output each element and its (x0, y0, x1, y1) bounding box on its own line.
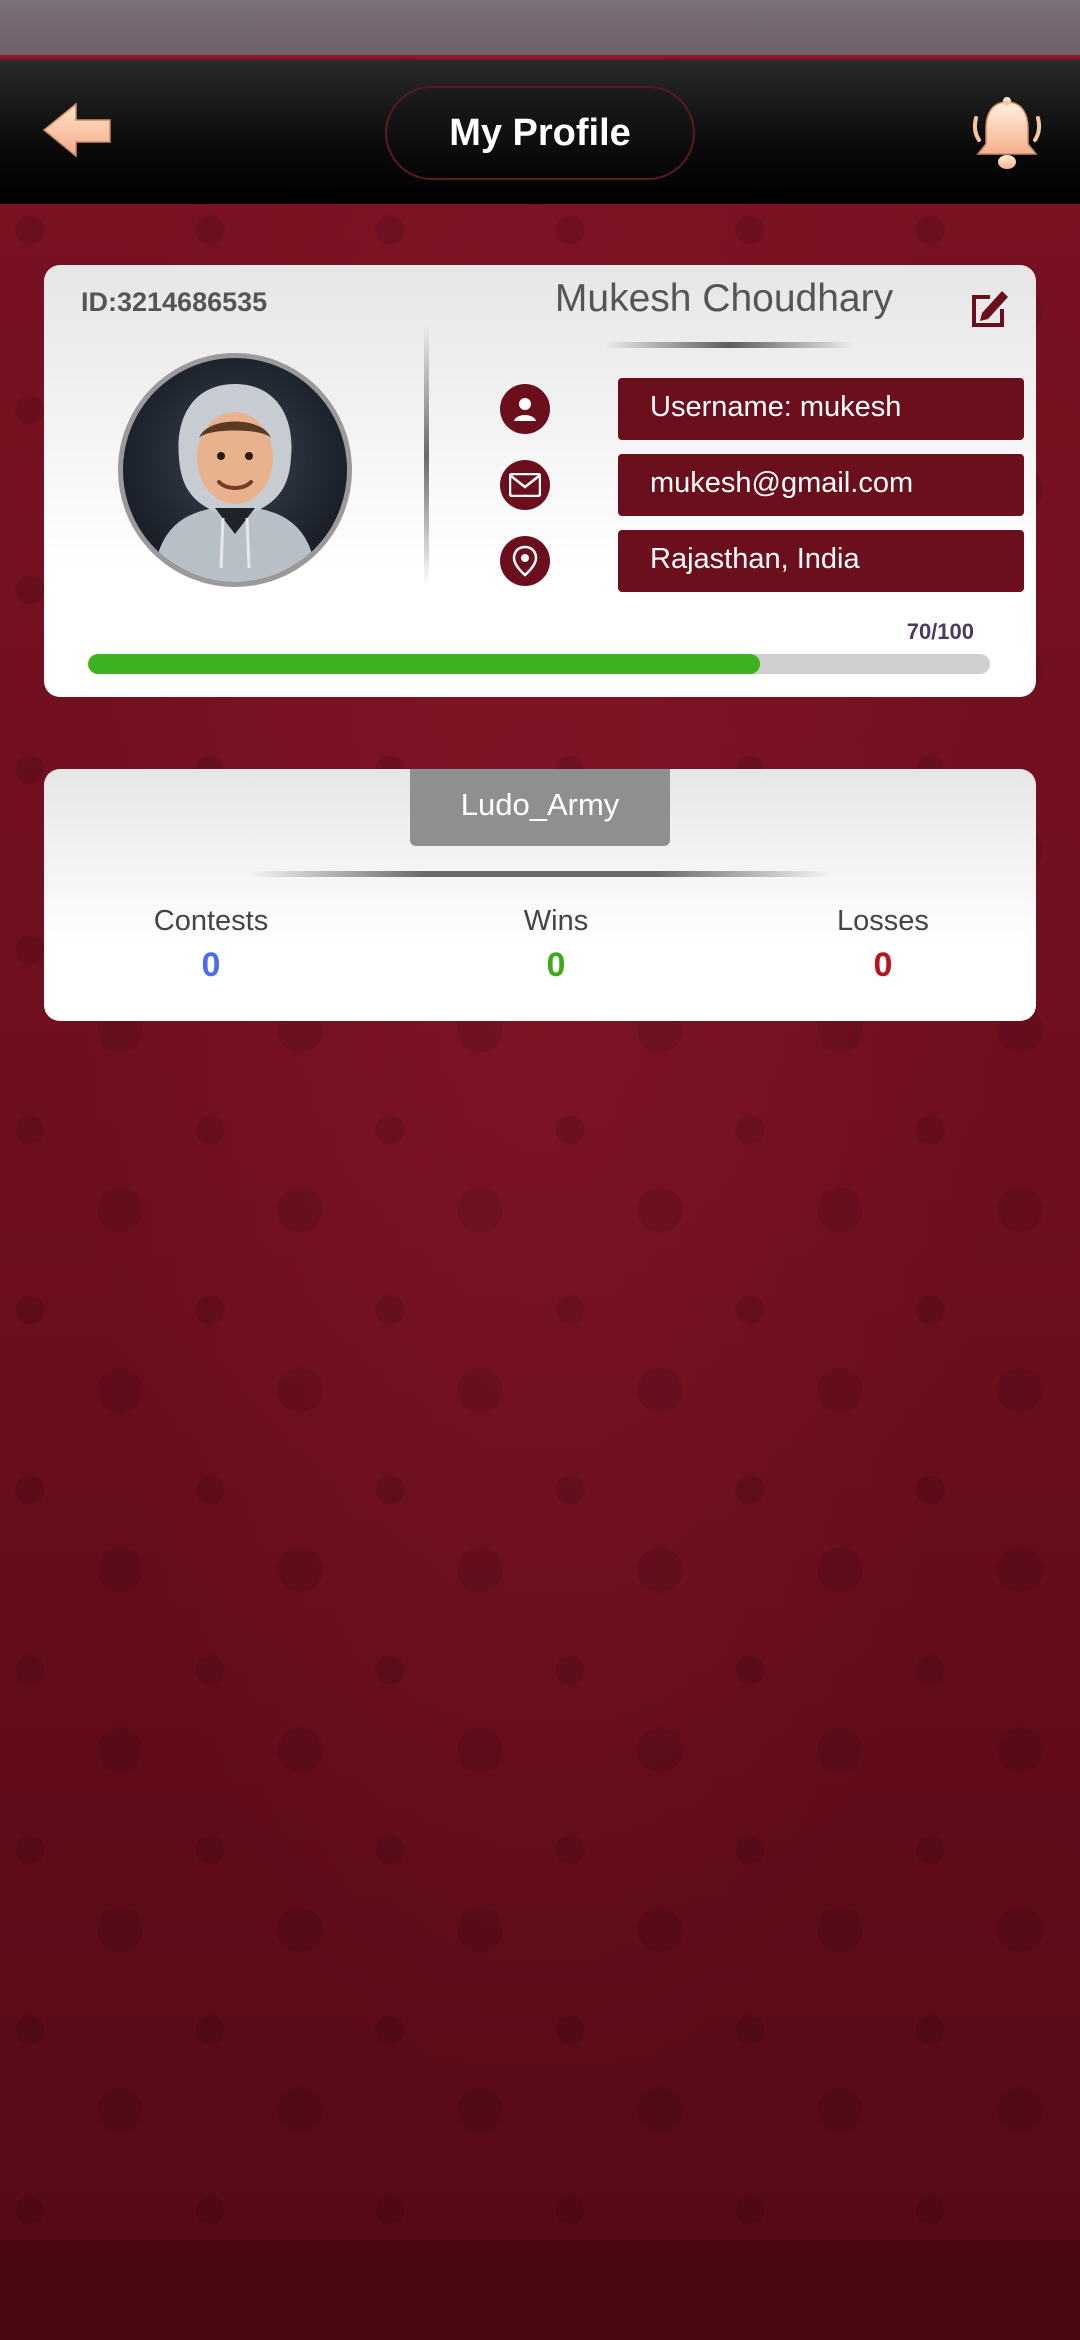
contests-value: 0 (201, 946, 221, 984)
wins-stat: Wins 0 (456, 905, 656, 985)
stats-card: Ludo_Army Contests 0 Wins 0 Losses 0 (44, 769, 1036, 1021)
losses-stat: Losses 0 (783, 905, 983, 985)
username-field: Username: mukesh (618, 378, 1024, 440)
avatar-image (153, 384, 317, 582)
wins-label: Wins (523, 905, 589, 937)
back-button[interactable] (42, 100, 112, 160)
edit-profile-button[interactable] (966, 285, 1012, 331)
edit-icon (972, 291, 1008, 327)
losses-label: Losses (837, 905, 929, 937)
losses-value: 0 (873, 946, 893, 984)
profile-card: ID:3214686535 Mukesh Choudhary Username:… (44, 265, 1036, 697)
location-row: Rajasthan, India (500, 530, 1024, 592)
bell-icon (973, 97, 1041, 169)
user-id: ID:3214686535 (81, 287, 268, 317)
profile-progress-bar (88, 654, 990, 674)
app-header: My Profile (0, 60, 1080, 204)
username-row: Username: mukesh (500, 378, 1024, 440)
profile-name: Mukesh Choudhary (554, 277, 894, 320)
avatar (118, 353, 352, 587)
group-name-tab: Ludo_Army (410, 769, 670, 846)
location-field: Rajasthan, India (618, 530, 1024, 592)
stats-divider (250, 871, 830, 877)
back-arrow-icon (42, 102, 111, 158)
location-pin-icon (500, 536, 550, 586)
vertical-divider (424, 325, 429, 585)
mail-icon (500, 460, 550, 510)
contests-label: Contests (153, 905, 269, 937)
notification-button[interactable] (972, 96, 1042, 172)
status-bar (0, 0, 1080, 58)
progress-fill (88, 654, 760, 674)
wins-value: 0 (546, 946, 566, 984)
name-underline (604, 342, 854, 348)
page-title: My Profile (385, 86, 695, 180)
navigation-bar (0, 2240, 1080, 2340)
email-field: mukesh@gmail.com (618, 454, 1024, 516)
email-row: mukesh@gmail.com (500, 454, 1024, 516)
contests-stat: Contests 0 (111, 905, 311, 985)
user-icon (500, 384, 550, 434)
progress-text: 70/100 (906, 619, 974, 644)
